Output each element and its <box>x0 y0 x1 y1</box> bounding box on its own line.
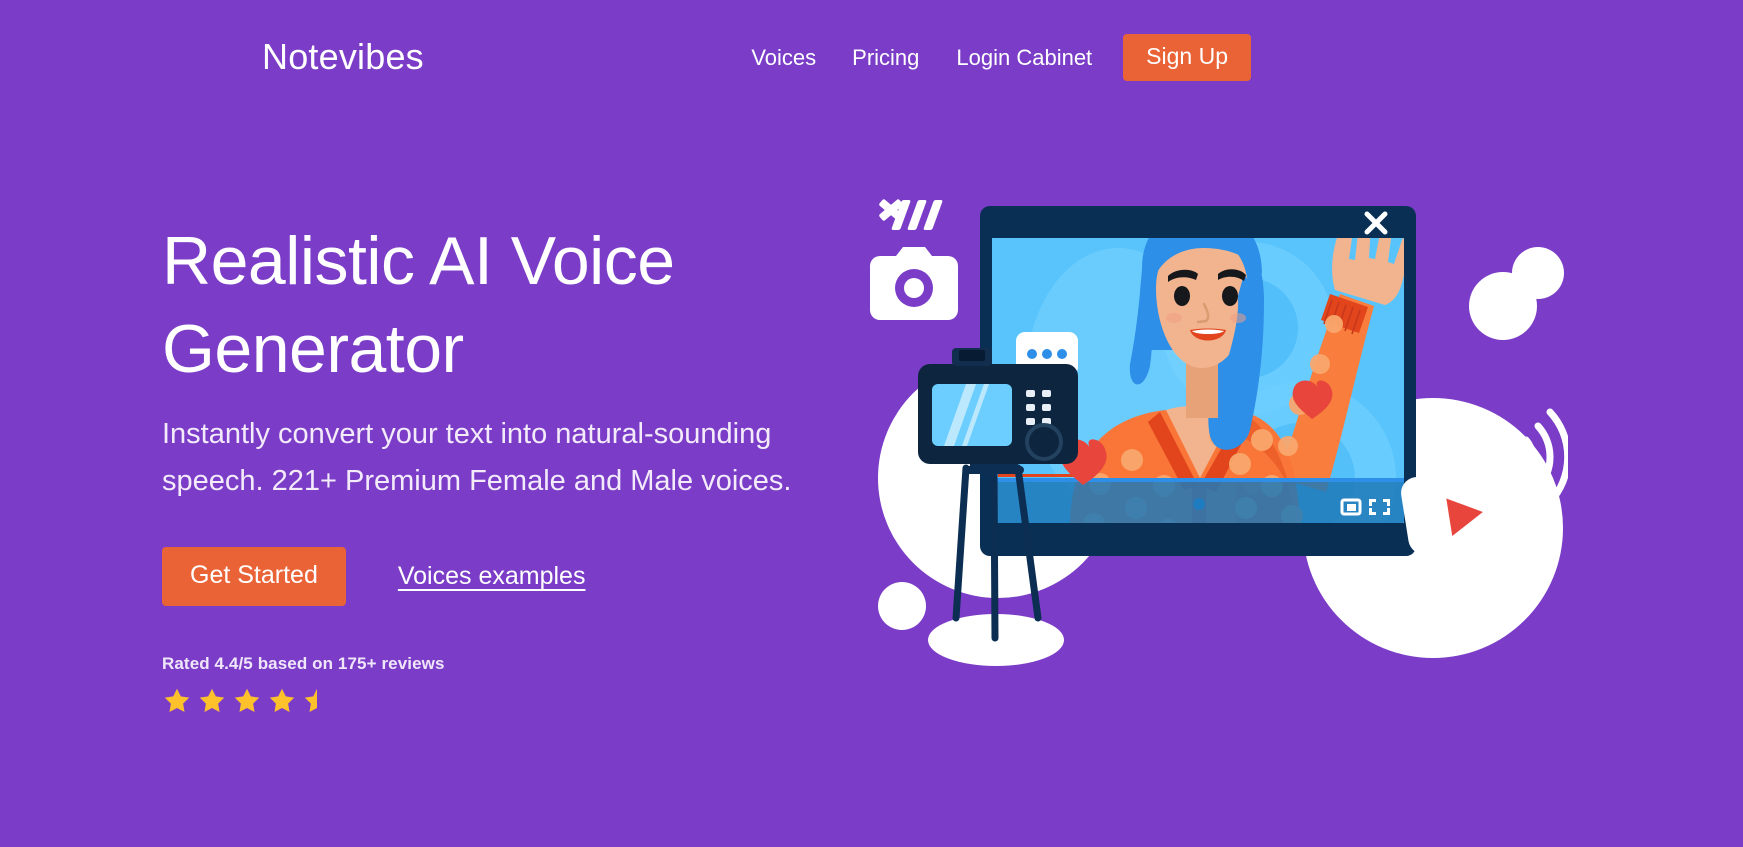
rating-text: Rated 4.4/5 based on 175+ reviews <box>162 654 445 674</box>
nav-link-voices[interactable]: Voices <box>751 45 816 71</box>
landing-page: Notevibes Voices Pricing Login Cabinet S… <box>0 0 1743 847</box>
hero-illustration <box>848 178 1568 698</box>
nav-link-pricing[interactable]: Pricing <box>852 45 919 71</box>
star-icon-full-2 <box>199 689 225 713</box>
nav-link-login-cabinet[interactable]: Login Cabinet <box>956 45 1092 71</box>
voices-examples-link[interactable]: Voices examples <box>398 562 586 591</box>
page-title: Realistic AI Voice Generator <box>162 223 675 387</box>
hero-subtitle: Instantly convert your text into natural… <box>162 418 792 498</box>
star-icon-full-3 <box>234 689 260 713</box>
cta-row: Get Started Voices examples <box>162 547 842 607</box>
star-icon-full-1 <box>164 689 190 713</box>
rating-block: Rated 4.4/5 based on 175+ reviews <box>162 654 842 718</box>
get-started-button[interactable]: Get Started <box>162 547 346 607</box>
hero-content: Realistic AI Voice Generator Instantly c… <box>162 218 842 718</box>
sparkle-decoration-icon <box>879 199 943 230</box>
brand-logo[interactable]: Notevibes <box>262 36 424 78</box>
main-navigation: Voices Pricing Login Cabinet Sign Up <box>751 34 1743 81</box>
star-icon-half-5 <box>304 689 317 713</box>
star-icon-full-4 <box>269 689 295 713</box>
star-rating <box>162 684 842 718</box>
camera-icon <box>870 247 958 320</box>
sign-up-button[interactable]: Sign Up <box>1123 34 1251 81</box>
site-header: Notevibes Voices Pricing Login Cabinet S… <box>0 0 1743 118</box>
